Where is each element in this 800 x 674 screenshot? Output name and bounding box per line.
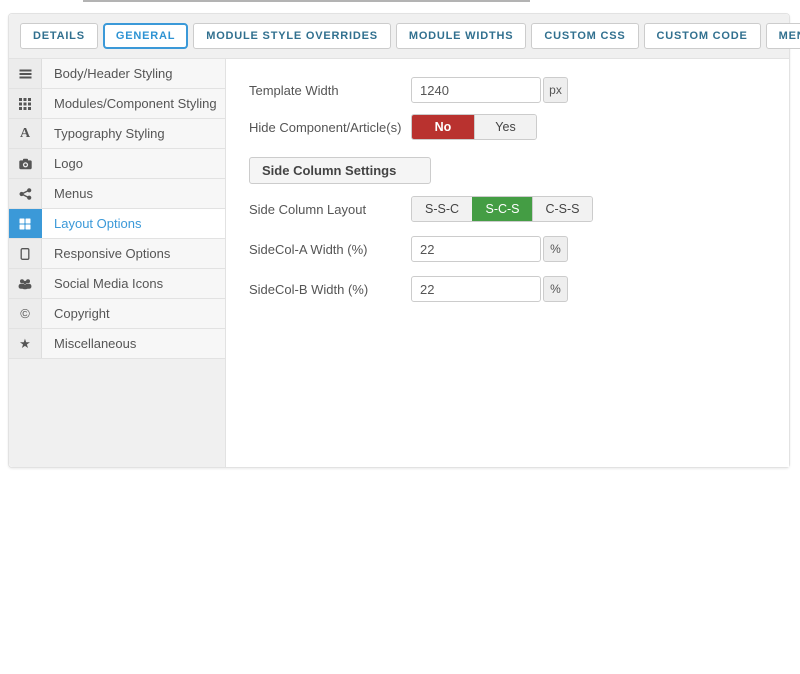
sidecol-a-width-input[interactable] — [411, 236, 541, 262]
sidebar-item-label: Logo — [42, 149, 225, 178]
layout-scs-button[interactable]: S-C-S — [472, 197, 532, 221]
hide-component-no-button[interactable]: No — [412, 115, 474, 139]
tablet-icon — [9, 239, 42, 268]
sidebar-item-typography-styling[interactable]: A Typography Styling — [9, 119, 225, 149]
sidebar-item-label: Social Media Icons — [42, 269, 225, 298]
template-width-input[interactable] — [411, 77, 541, 103]
bars-icon — [9, 59, 42, 88]
settings-tabbar: DETAILS GENERAL MODULE STYLE OVERRIDES M… — [9, 14, 789, 59]
side-column-layout-group: S-S-C S-C-S C-S-S — [411, 196, 593, 222]
sidebar-item-label: Modules/Component Styling — [42, 89, 225, 118]
sidecol-b-width-label: SideCol-B Width (%) — [249, 282, 411, 297]
layout-css-button[interactable]: C-S-S — [532, 197, 592, 221]
sidebar-item-label: Body/Header Styling — [42, 59, 225, 88]
sidebar-item-label: Miscellaneous — [42, 329, 225, 358]
sidebar-item-social-media-icons[interactable]: Social Media Icons — [9, 269, 225, 299]
sidebar-filler — [9, 359, 225, 467]
sidecol-b-width-input[interactable] — [411, 276, 541, 302]
sidebar-item-copyright[interactable]: © Copyright — [9, 299, 225, 329]
layout-options-form: Template Width px Hide Component/Article… — [226, 59, 789, 467]
sidecol-a-width-row: SideCol-A Width (%) % — [249, 236, 769, 262]
sidebar-item-label: Responsive Options — [42, 239, 225, 268]
hide-component-label: Hide Component/Article(s) — [249, 120, 411, 135]
sidebar-item-menus[interactable]: Menus — [9, 179, 225, 209]
template-settings-panel: DETAILS GENERAL MODULE STYLE OVERRIDES M… — [8, 13, 790, 468]
sidebar-item-body-header-styling[interactable]: Body/Header Styling — [9, 59, 225, 89]
template-width-unit: px — [543, 77, 568, 103]
sidecol-b-width-row: SideCol-B Width (%) % — [249, 276, 769, 302]
sidebar-item-responsive-options[interactable]: Responsive Options — [9, 239, 225, 269]
grid-icon — [9, 89, 42, 118]
font-icon: A — [9, 119, 42, 148]
sidebar-item-label: Typography Styling — [42, 119, 225, 148]
settings-sidebar: Body/Header Styling Modules/Component St… — [9, 59, 226, 467]
tab-module-style-overrides[interactable]: MODULE STYLE OVERRIDES — [193, 23, 391, 49]
side-column-settings-button[interactable]: Side Column Settings — [249, 157, 431, 184]
users-icon — [9, 269, 42, 298]
template-width-label: Template Width — [249, 83, 411, 98]
camera-icon — [9, 149, 42, 178]
tab-details[interactable]: DETAILS — [20, 23, 98, 49]
layout-grid-icon — [9, 209, 42, 238]
sidebar-item-logo[interactable]: Logo — [9, 149, 225, 179]
top-edge-line — [83, 0, 530, 2]
sidecol-b-width-unit: % — [543, 276, 568, 302]
hide-component-toggle: No Yes — [411, 114, 537, 140]
tab-module-widths[interactable]: MODULE WIDTHS — [396, 23, 527, 49]
sidebar-item-label: Menus — [42, 179, 225, 208]
hide-component-row: Hide Component/Article(s) No Yes — [249, 114, 769, 140]
copyright-icon: © — [9, 299, 42, 328]
layout-ssc-button[interactable]: S-S-C — [412, 197, 472, 221]
sidebar-item-layout-options[interactable]: Layout Options — [9, 209, 225, 239]
template-width-row: Template Width px — [249, 77, 769, 103]
tab-general[interactable]: GENERAL — [103, 23, 188, 49]
share-icon — [9, 179, 42, 208]
sidebar-item-modules-component-styling[interactable]: Modules/Component Styling — [9, 89, 225, 119]
sidebar-item-label: Layout Options — [42, 209, 225, 238]
side-column-layout-row: Side Column Layout S-S-C S-C-S C-S-S — [249, 196, 769, 222]
tab-menu-assignment[interactable]: MENU ASSIGNMENT — [766, 23, 800, 49]
sidecol-a-width-label: SideCol-A Width (%) — [249, 242, 411, 257]
sidecol-a-width-unit: % — [543, 236, 568, 262]
sidebar-item-label: Copyright — [42, 299, 225, 328]
tab-custom-code[interactable]: CUSTOM CODE — [644, 23, 761, 49]
sidebar-item-miscellaneous[interactable]: ★ Miscellaneous — [9, 329, 225, 359]
hide-component-yes-button[interactable]: Yes — [474, 115, 536, 139]
tab-custom-css[interactable]: CUSTOM CSS — [531, 23, 638, 49]
side-column-layout-label: Side Column Layout — [249, 202, 411, 217]
star-icon: ★ — [9, 329, 42, 358]
